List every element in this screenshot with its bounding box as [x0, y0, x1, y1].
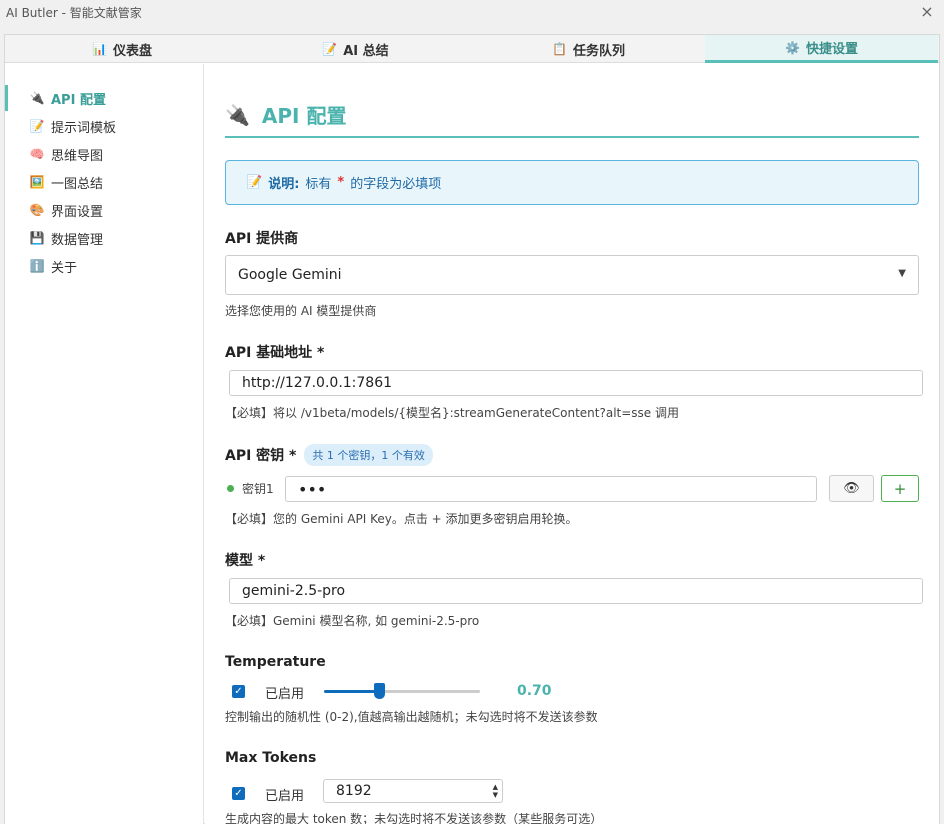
title-divider [225, 136, 919, 138]
sidebar-item-label: 数据管理 [51, 232, 104, 248]
provider-selected: Google Gemini [238, 267, 342, 283]
app-window: 📊 仪表盘 📝 AI 总结 📋 任务队列 ⚙️ 快捷设置 🔌 API 配置 📝 … [4, 34, 940, 824]
provider-hint: 选择您使用的 AI 模型提供商 [225, 304, 377, 318]
model-hint: 【必填】Gemini 模型名称, 如 gemini-2.5-pro [225, 614, 480, 628]
picture-icon: 🖼️ [29, 175, 45, 189]
max-tokens-label-text: Max Tokens [225, 750, 317, 766]
sidebar-item-one-image-summary[interactable]: 🖼️ 一图总结 [5, 169, 203, 195]
sidebar-item-label: API 配置 [51, 92, 106, 108]
api-key-label-text: API 密钥 * [225, 448, 297, 464]
base-url-hint: 【必填】将以 /v1beta/models/{模型名}:streamGenera… [225, 406, 680, 420]
key-count-badge: 共 1 个密钥，1 个有效 [304, 444, 433, 466]
tab-ai-summary[interactable]: 📝 AI 总结 [239, 35, 472, 63]
sidebar-item-api-config[interactable]: 🔌 API 配置 [5, 85, 203, 111]
eye-icon: 👁 [843, 481, 860, 496]
notice-text-after: 的字段为必填项 [350, 177, 442, 192]
info-icon: ℹ️ [29, 259, 45, 273]
clipboard-icon: 📋 [552, 42, 567, 56]
api-key-input[interactable]: ••• [285, 476, 817, 502]
tab-bar: 📊 仪表盘 📝 AI 总结 📋 任务队列 ⚙️ 快捷设置 [5, 35, 939, 63]
temperature-hint: 控制输出的随机性 (0-2),值越高输出越随机；未勾选时将不发送该参数 [225, 710, 598, 724]
floppy-disk-icon: 💾 [29, 231, 45, 245]
palette-icon: 🎨 [29, 203, 45, 217]
sidebar-item-label: 关于 [51, 260, 78, 276]
chart-icon: 📊 [92, 42, 107, 56]
temperature-enabled-label: 已启用 [265, 687, 305, 702]
base-url-value: http://127.0.0.1:7861 [242, 375, 393, 391]
max-tokens-value: 8192 [336, 783, 372, 799]
brain-icon: 🧠 [29, 147, 45, 161]
base-url-input[interactable]: http://127.0.0.1:7861 [229, 370, 923, 396]
toggle-visibility-button[interactable]: 👁 [829, 475, 874, 502]
model-value: gemini-2.5-pro [242, 583, 346, 599]
sidebar-item-label: 界面设置 [51, 204, 104, 220]
temperature-slider-thumb[interactable] [373, 683, 385, 699]
page-title-text: API 配置 [261, 104, 347, 128]
api-key-label: API 密钥 * 共 1 个密钥，1 个有效 [225, 444, 433, 466]
tab-label: 快捷设置 [805, 42, 858, 57]
max-tokens-enabled-label: 已启用 [265, 789, 305, 804]
sidebar-item-about[interactable]: ℹ️ 关于 [5, 253, 203, 279]
required-notice: 📝 说明: 标有 * 的字段为必填项 [225, 160, 919, 205]
spinner-arrows-icon[interactable]: ▲ ▼ [493, 783, 498, 799]
window-title: AI Butler - 智能文献管家 [6, 6, 142, 20]
model-label: 模型 * [225, 550, 265, 570]
temperature-slider-fill [324, 690, 379, 693]
provider-label-text: API 提供商 [225, 231, 299, 247]
plus-icon: + [893, 479, 907, 498]
tab-label: 任务队列 [572, 43, 625, 59]
max-tokens-hint: 生成内容的最大 token 数；未勾选时将不发送该参数（某些服务可选） [225, 812, 603, 824]
key-label: 密钥1 [242, 482, 274, 496]
provider-select[interactable]: Google Gemini ▼ [225, 255, 919, 295]
memo-icon: 📝 [246, 175, 263, 190]
sidebar-item-data-management[interactable]: 💾 数据管理 [5, 225, 203, 251]
notice-prefix: 说明: [268, 177, 300, 192]
temperature-label-text: Temperature [225, 654, 326, 670]
max-tokens-spinbox[interactable]: 8192 ▲ ▼ [323, 779, 503, 803]
settings-sidebar: 🔌 API 配置 📝 提示词模板 🧠 思维导图 🖼️ 一图总结 🎨 界面设置 💾… [5, 64, 204, 824]
base-url-label: API 基础地址 * [225, 342, 324, 362]
api-key-hint: 【必填】您的 Gemini API Key。点击 + 添加更多密钥启用轮换。 [225, 512, 578, 526]
sidebar-item-label: 提示词模板 [51, 120, 117, 136]
settings-content: 🔌 API 配置 📝 说明: 标有 * 的字段为必填项 API 提供商 Goog… [205, 64, 939, 824]
tab-label: 仪表盘 [112, 43, 152, 59]
base-url-label-text: API 基础地址 * [225, 345, 325, 361]
required-star: * [337, 175, 345, 190]
sidebar-item-prompt-templates[interactable]: 📝 提示词模板 [5, 113, 203, 139]
add-key-button[interactable]: + [881, 475, 919, 502]
sidebar-item-label: 思维导图 [51, 148, 104, 164]
close-icon[interactable]: × [916, 1, 938, 23]
max-tokens-enable-checkbox[interactable]: ✓ [232, 787, 245, 800]
provider-label: API 提供商 [225, 228, 298, 248]
sidebar-item-label: 一图总结 [51, 176, 104, 192]
sidebar-item-mind-map[interactable]: 🧠 思维导图 [5, 141, 203, 167]
memo-icon: 📝 [322, 42, 338, 56]
chevron-down-icon: ▼ [898, 268, 906, 279]
tab-dashboard[interactable]: 📊 仪表盘 [5, 35, 239, 63]
notice-text-before: 标有 [305, 177, 332, 192]
gear-icon: ⚙️ [785, 40, 800, 55]
temperature-value: 0.70 [517, 683, 552, 699]
page-title: 🔌 API 配置 [225, 100, 346, 129]
model-input[interactable]: gemini-2.5-pro [229, 578, 923, 604]
plug-icon: 🔌 [29, 91, 45, 105]
model-label-text: 模型 * [225, 553, 266, 569]
title-bar: AI Butler - 智能文献管家 × [0, 0, 944, 28]
tab-label: AI 总结 [343, 43, 389, 59]
tab-quick-settings[interactable]: ⚙️ 快捷设置 [705, 35, 938, 63]
sidebar-item-ui-settings[interactable]: 🎨 界面设置 [5, 197, 203, 223]
memo-icon: 📝 [29, 119, 45, 133]
plug-icon: 🔌 [225, 102, 250, 127]
temperature-label: Temperature [225, 654, 326, 670]
tab-task-queue[interactable]: 📋 任务队列 [472, 35, 705, 63]
api-key-value: ••• [298, 479, 327, 499]
temperature-enable-checkbox[interactable]: ✓ [232, 685, 245, 698]
key-valid-indicator [227, 485, 234, 492]
max-tokens-label: Max Tokens [225, 750, 316, 766]
